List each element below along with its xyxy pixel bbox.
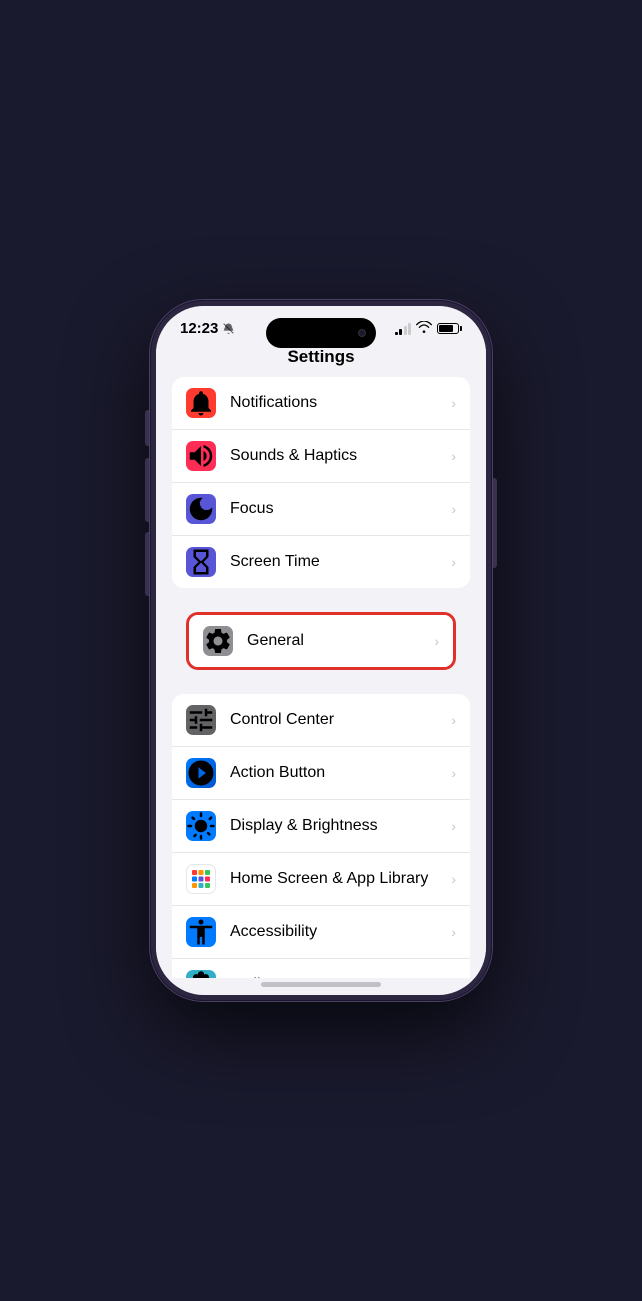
battery-fill — [439, 325, 453, 332]
volume-down-button[interactable] — [145, 532, 149, 596]
settings-item-display[interactable]: Display & Brightness › — [172, 800, 470, 853]
phone-frame: 12:23 — [150, 300, 492, 1001]
homescreen-icon — [186, 864, 216, 894]
mute-icon — [222, 322, 235, 335]
settings-item-controlcenter[interactable]: Control Center › — [172, 694, 470, 747]
settings-item-notifications[interactable]: Notifications › — [172, 377, 470, 430]
wallpaper-chevron: › — [451, 977, 456, 978]
screentime-label: Screen Time — [230, 553, 445, 571]
phone-screen: 12:23 — [156, 306, 486, 995]
screentime-chevron: › — [451, 554, 456, 570]
settings-item-wallpaper[interactable]: Wallpaper › — [172, 959, 470, 978]
settings-item-accessibility[interactable]: Accessibility › — [172, 906, 470, 959]
controlcenter-chevron: › — [451, 712, 456, 728]
general-icon — [203, 626, 233, 656]
display-icon — [186, 811, 216, 841]
settings-group-3: Control Center › Action Button › — [172, 694, 470, 978]
settings-item-general[interactable]: General › — [189, 615, 453, 667]
actionbutton-icon — [186, 758, 216, 788]
sun-svg — [186, 811, 216, 841]
general-label: General — [247, 632, 428, 650]
accessibility-svg — [186, 917, 216, 947]
focus-label: Focus — [230, 500, 445, 518]
sounds-icon — [186, 441, 216, 471]
controlcenter-icon — [186, 705, 216, 735]
notifications-chevron: › — [451, 395, 456, 411]
controlcenter-label: Control Center — [230, 711, 445, 729]
signal-bar-4 — [408, 323, 411, 335]
focus-icon — [186, 494, 216, 524]
general-highlighted-container: General › — [186, 612, 456, 670]
battery-tip — [460, 326, 462, 331]
sounds-label: Sounds & Haptics — [230, 447, 445, 465]
settings-item-sounds[interactable]: Sounds & Haptics › — [172, 430, 470, 483]
sliders-svg — [186, 705, 216, 735]
settings-scroll-area[interactable]: Notifications › Sounds & Haptics › — [156, 377, 486, 978]
wifi-icon — [416, 321, 432, 336]
home-indicator — [261, 982, 381, 987]
actionbutton-label: Action Button — [230, 764, 445, 782]
notifications-label: Notifications — [230, 394, 445, 412]
signal-bar-3 — [404, 326, 407, 335]
time-display: 12:23 — [180, 320, 218, 337]
accessibility-label: Accessibility — [230, 923, 445, 941]
mute-button[interactable] — [145, 410, 149, 446]
wallpaper-label: Wallpaper — [230, 976, 445, 978]
accessibility-chevron: › — [451, 924, 456, 940]
actionbutton-chevron: › — [451, 765, 456, 781]
focus-chevron: › — [451, 501, 456, 517]
general-chevron: › — [434, 633, 439, 649]
gear-svg — [203, 626, 233, 656]
display-chevron: › — [451, 818, 456, 834]
status-icons — [395, 321, 463, 336]
volume-up-button[interactable] — [145, 458, 149, 522]
screentime-icon — [186, 547, 216, 577]
settings-item-homescreen[interactable]: Home Screen & App Library › — [172, 853, 470, 906]
hourglass-svg — [186, 547, 216, 577]
moon-svg — [186, 494, 216, 524]
signal-bar-2 — [399, 329, 402, 335]
settings-group-1: Notifications › Sounds & Haptics › — [172, 377, 470, 588]
bell-svg — [186, 388, 216, 418]
status-time: 12:23 — [180, 320, 235, 337]
battery-body — [437, 323, 459, 334]
grid-svg — [189, 867, 213, 891]
signal-bar-1 — [395, 332, 398, 335]
homescreen-label: Home Screen & App Library — [230, 870, 445, 888]
power-button[interactable] — [493, 478, 497, 568]
settings-item-screentime[interactable]: Screen Time › — [172, 536, 470, 588]
notifications-icon — [186, 388, 216, 418]
camera-dot — [358, 329, 366, 337]
page-title: Settings — [156, 347, 486, 367]
wifi-symbol — [416, 321, 432, 333]
display-label: Display & Brightness — [230, 817, 445, 835]
accessibility-icon — [186, 917, 216, 947]
signal-icon — [395, 323, 412, 335]
homescreen-chevron: › — [451, 871, 456, 887]
battery-icon — [437, 323, 462, 334]
dynamic-island — [266, 318, 376, 348]
settings-item-actionbutton[interactable]: Action Button › — [172, 747, 470, 800]
wallpaper-icon — [186, 970, 216, 978]
sounds-chevron: › — [451, 448, 456, 464]
action-svg — [186, 758, 216, 788]
settings-item-focus[interactable]: Focus › — [172, 483, 470, 536]
flower-svg — [186, 970, 216, 978]
speaker-svg — [186, 441, 216, 471]
